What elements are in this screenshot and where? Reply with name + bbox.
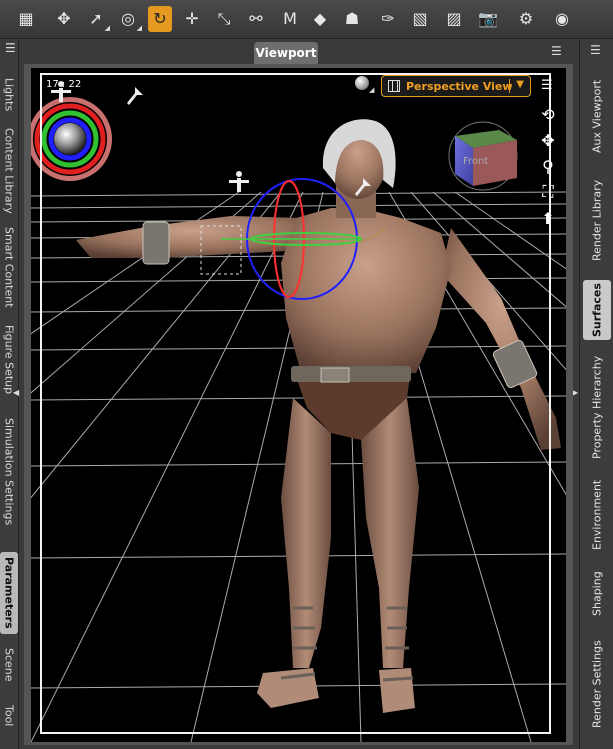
- tab-smart-content[interactable]: Smart Content: [0, 224, 18, 310]
- tab-environment[interactable]: Environment: [583, 476, 611, 554]
- tab-surfaces[interactable]: Surfaces: [583, 280, 611, 340]
- right-panel-menu-icon[interactable]: ☰: [590, 43, 601, 57]
- joint-editor-icon[interactable]: ⚯: [244, 6, 268, 32]
- camera-separator: [509, 79, 510, 93]
- grid-menu-icon[interactable]: ▦: [14, 6, 38, 32]
- tab-simulation-settings[interactable]: Simulation Settings: [0, 410, 18, 534]
- spot-render-icon[interactable]: ▨: [442, 6, 466, 32]
- node-selection-icon[interactable]: ➚ ◢: [84, 6, 110, 32]
- layout-grid-icon: [388, 80, 400, 92]
- render-preview-ball-icon[interactable]: ◢: [355, 76, 374, 94]
- power-pose-icon[interactable]: ☗: [340, 6, 364, 32]
- rotate-tool-icon[interactable]: ↻: [148, 6, 172, 32]
- tab-shaping[interactable]: Shaping: [583, 566, 611, 622]
- character-figure: [76, 119, 561, 713]
- left-collapse-arrow-icon[interactable]: ◀: [13, 388, 19, 397]
- frame-counter: 17 : 22: [46, 79, 82, 90]
- tab-render-settings[interactable]: Render Settings: [583, 634, 611, 734]
- tab-tool[interactable]: Tool: [0, 696, 18, 736]
- chevron-down-icon[interactable]: ▼: [516, 79, 524, 90]
- main-toolbar: ▦ ✥ ➚ ◢ ◎ ◢ ↻ ✛ ⤡ ⚯ M ◆ ☗ ✑ ▧ ▨ 📷 ⚙ ◉: [0, 0, 613, 39]
- viewport-tab[interactable]: Viewport: [254, 42, 318, 64]
- geometry-sculptor-icon[interactable]: ✑: [376, 6, 400, 32]
- scene-figure-selector-icon[interactable]: [229, 171, 249, 192]
- tab-property-hierarchy[interactable]: Property Hierarchy: [583, 350, 611, 464]
- tab-content-library[interactable]: Content Library: [0, 126, 18, 216]
- tab-parameters[interactable]: Parameters: [0, 552, 18, 634]
- view-cube[interactable]: Front: [448, 121, 518, 191]
- surface-tool-icon[interactable]: ◆: [308, 6, 332, 32]
- svg-text:Front: Front: [463, 156, 488, 167]
- surface-selection-icon[interactable]: ◎ ◢: [116, 6, 142, 32]
- scale-tool-icon[interactable]: ⤡: [212, 6, 236, 32]
- frame-selection-icon[interactable]: ⛶: [538, 182, 558, 202]
- orbit-camera-icon[interactable]: ⟲: [538, 104, 558, 124]
- camera-selector[interactable]: Perspective View ▼: [381, 75, 531, 97]
- render-icon[interactable]: ◉: [550, 6, 574, 32]
- viewport-options-menu-icon[interactable]: ☰: [541, 78, 553, 93]
- geometry-editor-icon[interactable]: M: [278, 6, 302, 32]
- tab-aux-viewport[interactable]: Aux Viewport: [583, 66, 611, 166]
- camera-label: Perspective View: [406, 79, 513, 93]
- viewport-pane-menu-icon[interactable]: ☰: [551, 44, 562, 58]
- weight-map-icon[interactable]: ▧: [408, 6, 432, 32]
- left-panel-menu-icon[interactable]: ☰: [5, 41, 16, 55]
- scene-render: Front: [31, 81, 566, 742]
- reset-camera-icon[interactable]: ⬆: [538, 208, 558, 228]
- pin-icon[interactable]: [127, 83, 143, 105]
- settings-pointer-icon[interactable]: ⚙: [514, 6, 538, 32]
- tab-lights[interactable]: Lights: [0, 70, 18, 120]
- right-tab-bar: Aux Viewport Render Library Surfaces Pro…: [579, 40, 613, 749]
- translate-tool-icon[interactable]: ✛: [180, 6, 204, 32]
- viewport-canvas[interactable]: Front: [31, 68, 566, 742]
- tab-render-library[interactable]: Render Library: [583, 172, 611, 268]
- tab-scene[interactable]: Scene: [0, 644, 18, 686]
- pan-camera-icon[interactable]: ✥: [538, 130, 558, 150]
- camera-tool-icon[interactable]: 📷: [476, 6, 500, 32]
- active-pose-indicator[interactable]: [31, 97, 112, 181]
- universal-tool-icon[interactable]: ✥: [52, 6, 76, 32]
- zoom-camera-icon[interactable]: ⚲: [538, 156, 558, 176]
